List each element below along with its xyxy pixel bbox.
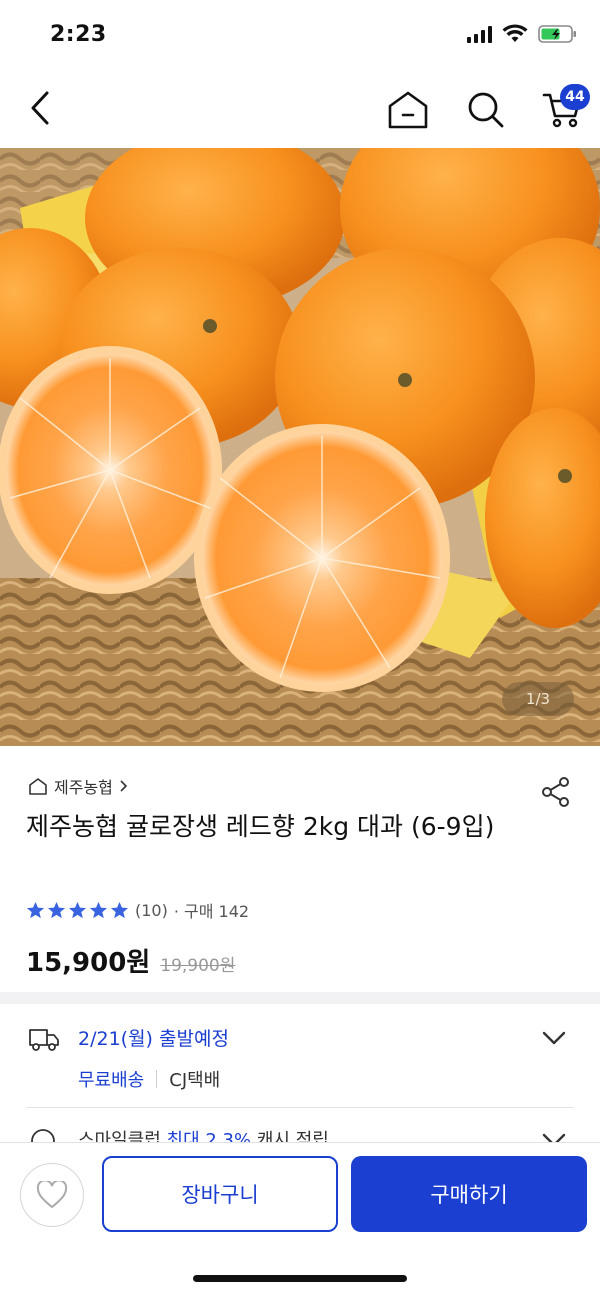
star-icon xyxy=(110,901,129,918)
chevron-down-icon[interactable] xyxy=(540,1028,568,1048)
separator xyxy=(156,1070,158,1088)
signal-icon xyxy=(467,25,492,43)
cashback-info[interactable]: 스마일클럽 최대 2.3% 캐시 적립 xyxy=(0,1108,600,1142)
store-home-icon xyxy=(29,778,47,795)
search-button[interactable] xyxy=(462,86,510,134)
wishlist-button[interactable] xyxy=(20,1163,84,1227)
section-divider xyxy=(0,992,600,1004)
star-icon xyxy=(68,901,87,918)
cart-count-badge: 44 xyxy=(560,84,590,110)
share-icon xyxy=(542,777,569,807)
status-time: 2:23 xyxy=(50,22,107,47)
rating-row[interactable]: (10) · 구매 142 xyxy=(26,898,249,922)
chevron-down-icon[interactable] xyxy=(540,1130,568,1142)
product-image[interactable]: 1/3 xyxy=(0,148,600,746)
original-price: 19,900원 xyxy=(160,956,236,976)
home-indicator xyxy=(193,1275,407,1282)
home-button[interactable] xyxy=(384,86,432,134)
delivery-details: 무료배송 CJ택배 xyxy=(78,1066,220,1092)
wifi-icon xyxy=(502,24,528,42)
product-title: 제주농협 귤로장생 레드향 2kg 대과 (6-9입) xyxy=(26,812,495,841)
back-button[interactable] xyxy=(18,86,62,130)
battery-icon xyxy=(538,25,576,43)
bottom-action-bar: 장바구니 구매하기 xyxy=(0,1142,600,1299)
brand-link[interactable]: 제주농협 xyxy=(28,774,127,798)
delivery-date: 2/21(월) 출발예정 xyxy=(78,1028,229,1050)
star-icon xyxy=(89,901,108,918)
add-to-cart-button[interactable]: 장바구니 xyxy=(102,1156,338,1232)
chevron-left-icon xyxy=(31,91,49,125)
product-photo xyxy=(0,148,600,746)
truck-icon xyxy=(29,1029,59,1051)
cart-button[interactable]: 44 xyxy=(536,84,590,134)
home-icon xyxy=(388,91,428,129)
cashback-prefix: 스마일클럽 xyxy=(78,1130,161,1142)
cashback-rate: 최대 2.3% xyxy=(166,1130,252,1142)
star-icon xyxy=(47,901,66,918)
free-shipping-label: 무료배송 xyxy=(78,1070,145,1091)
cashback-suffix: 캐시 적립 xyxy=(256,1130,329,1142)
heart-icon xyxy=(36,1181,68,1209)
status-icons xyxy=(467,24,578,44)
price-row: 15,900원 19,900원 xyxy=(26,942,235,979)
star-icon xyxy=(26,901,45,918)
delivery-info[interactable]: 2/21(월) 출발예정 무료배송 CJ택배 xyxy=(0,1004,600,1108)
rating-count: (10) xyxy=(135,900,168,920)
brand-name: 제주농협 xyxy=(54,778,113,797)
chevron-right-icon xyxy=(120,780,127,792)
top-nav: 44 xyxy=(0,72,600,148)
image-counter: 1/3 xyxy=(502,682,574,716)
buy-now-button[interactable]: 구매하기 xyxy=(351,1156,587,1232)
carrier-name: CJ택배 xyxy=(169,1070,221,1091)
sale-price: 15,900원 xyxy=(26,948,151,978)
status-bar: 2:23 xyxy=(0,0,600,72)
purchase-count: · 구매 142 xyxy=(173,902,250,921)
coin-icon xyxy=(31,1129,55,1142)
cashback-text: 스마일클럽 최대 2.3% 캐시 적립 xyxy=(78,1126,329,1142)
share-button[interactable] xyxy=(536,772,576,812)
search-icon xyxy=(468,92,504,128)
rating-stars xyxy=(26,901,129,920)
